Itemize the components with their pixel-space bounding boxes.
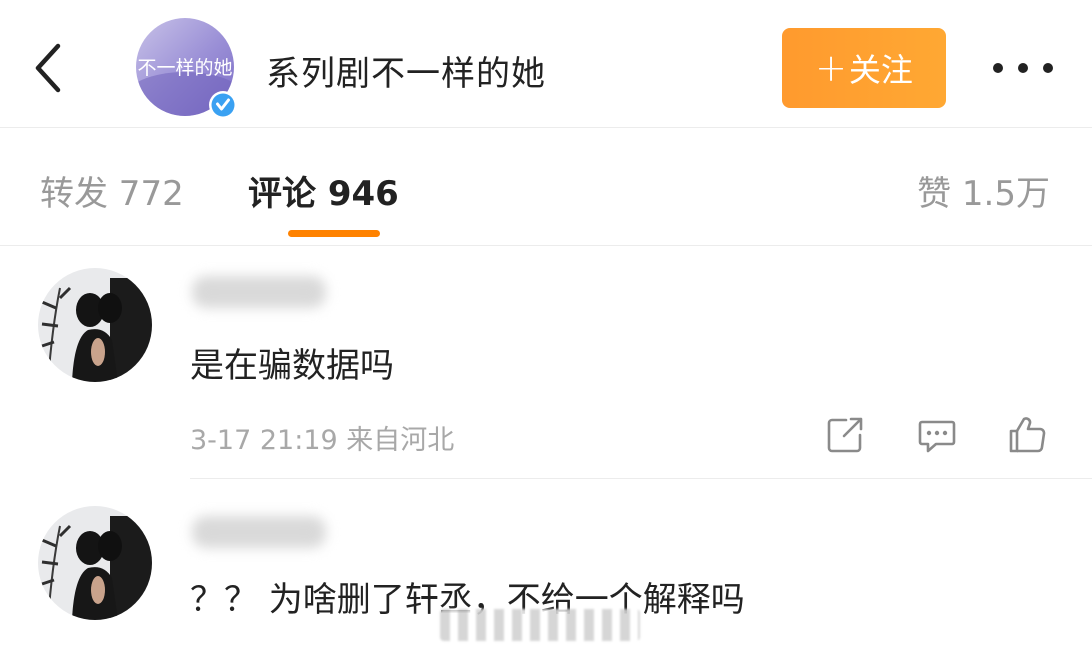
tab-bar: 转发 772 评论 946 赞 1.5万 [0, 128, 1092, 246]
header-bar: 不一样的她 系列剧不一样的她 + 关注 [0, 0, 1092, 128]
comment-item: 是在骗数据吗 3-17 21:19 来自河北 [0, 246, 1092, 478]
plus-icon: + [815, 46, 847, 90]
commenter-name-blurred[interactable] [192, 516, 326, 548]
comment-text[interactable]: 是在骗数据吗 [190, 338, 394, 387]
back-icon[interactable] [26, 38, 74, 98]
verified-badge-icon [209, 91, 237, 119]
tab-likes[interactable]: 赞 1.5万 [917, 166, 1050, 215]
thumbs-up-icon[interactable] [1006, 414, 1048, 456]
tab-repost[interactable]: 转发 772 [40, 166, 184, 215]
watermark-blurred [440, 609, 640, 641]
commenter-avatar[interactable] [38, 506, 152, 620]
tab-comments[interactable]: 评论 946 [248, 166, 399, 215]
page-title[interactable]: 系列剧不一样的她 [266, 46, 546, 95]
follow-label: 关注 [848, 51, 913, 89]
comment-icon[interactable] [916, 414, 958, 456]
avatar-logo-text: 不一样的她 [137, 57, 232, 79]
commenter-name-blurred[interactable] [192, 276, 326, 308]
commenter-avatar[interactable] [38, 268, 152, 382]
active-tab-indicator [288, 230, 380, 237]
share-icon[interactable] [824, 414, 866, 456]
more-dots-icon[interactable] [990, 58, 1056, 78]
page-avatar-container[interactable]: 不一样的她 [136, 18, 237, 119]
comment-divider [190, 478, 1092, 479]
comment-meta: 3-17 21:19 来自河北 [190, 425, 455, 456]
follow-button[interactable]: + 关注 [782, 28, 946, 108]
